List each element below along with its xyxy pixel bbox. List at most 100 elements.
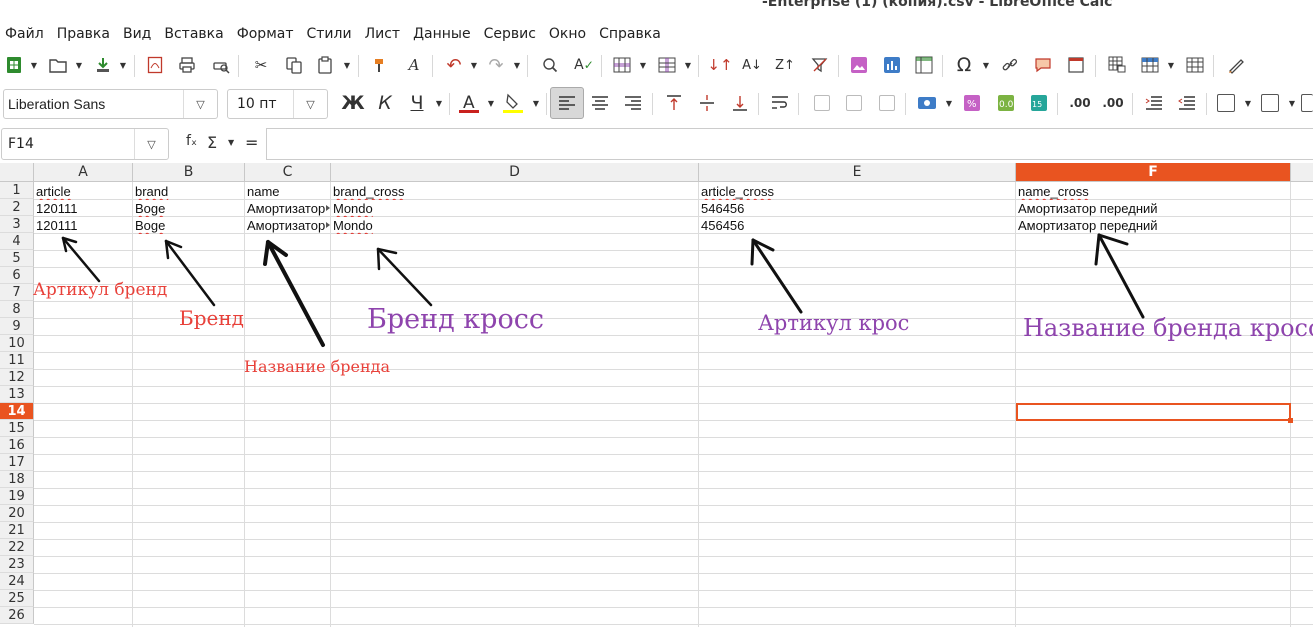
align-right-button[interactable] <box>619 90 647 116</box>
currency-dropdown-icon[interactable]: ▼ <box>944 93 954 113</box>
new-document-icon[interactable] <box>0 52 28 78</box>
freeze-rows-icon[interactable] <box>1136 52 1164 78</box>
undo-dropdown-icon[interactable]: ▼ <box>469 55 479 75</box>
menu-view[interactable]: Вид <box>118 22 159 46</box>
font-size-combo[interactable]: 10 пт ▽ <box>227 89 328 119</box>
underline-dropdown-icon[interactable]: ▼ <box>434 93 444 113</box>
align-left-button[interactable] <box>550 87 584 119</box>
comment-icon[interactable] <box>1029 52 1057 78</box>
toolbar-separator <box>1206 93 1207 115</box>
menu-sheet[interactable]: Лист <box>360 22 408 46</box>
border-style-dropdown-icon[interactable]: ▼ <box>1287 93 1297 113</box>
clone-formatting-icon[interactable] <box>366 52 394 78</box>
special-character-icon[interactable]: Ω <box>950 52 978 78</box>
paste-dropdown-icon[interactable]: ▼ <box>342 55 352 75</box>
paste-icon[interactable] <box>312 52 340 78</box>
save-icon[interactable] <box>89 52 117 78</box>
align-bottom-button[interactable] <box>726 90 754 116</box>
copy-icon[interactable] <box>280 52 308 78</box>
menu-insert[interactable]: Вставка <box>159 22 231 46</box>
chevron-down-icon[interactable]: ▽ <box>134 129 168 159</box>
menu-tools[interactable]: Сервис <box>479 22 544 46</box>
header-footer-icon[interactable] <box>1062 52 1090 78</box>
column-dropdown-icon[interactable]: ▼ <box>683 55 693 75</box>
underline-button[interactable]: Ч <box>403 90 431 116</box>
open-dropdown-icon[interactable]: ▼ <box>74 55 84 75</box>
menu-window[interactable]: Окно <box>544 22 594 46</box>
autofilter-icon[interactable] <box>806 52 834 78</box>
border-style-icon[interactable] <box>1256 90 1284 116</box>
sort-descending-icon[interactable]: Z↑ <box>771 52 799 78</box>
new-dropdown-icon[interactable]: ▼ <box>29 55 39 75</box>
spelling-icon[interactable]: A ✓ <box>570 52 598 78</box>
insert-chart-icon[interactable] <box>878 52 906 78</box>
chevron-down-icon[interactable]: ▽ <box>293 90 327 118</box>
add-decimal-icon[interactable]: .00 <box>1066 90 1094 116</box>
pivot-table-icon[interactable] <box>910 52 938 78</box>
open-folder-icon[interactable] <box>44 52 72 78</box>
cut-icon[interactable]: ✂ <box>247 52 275 78</box>
sum-dropdown-icon[interactable]: ▼ <box>228 138 234 147</box>
currency-format-icon[interactable] <box>913 90 941 116</box>
draw-functions-icon[interactable] <box>1222 52 1250 78</box>
insert-image-icon[interactable] <box>845 52 873 78</box>
row-icon[interactable] <box>608 52 636 78</box>
percent-format-icon[interactable]: % <box>958 90 986 116</box>
formula-input[interactable] <box>266 128 1313 160</box>
formula-icon[interactable]: = <box>245 133 258 152</box>
borders-dropdown-icon[interactable]: ▼ <box>1243 93 1253 113</box>
highlight-color-icon[interactable] <box>499 90 527 116</box>
redo-dropdown-icon[interactable]: ▼ <box>512 55 522 75</box>
menu-data[interactable]: Данные <box>408 22 479 46</box>
date-format-icon[interactable]: 15 <box>1025 90 1053 116</box>
row-dropdown-icon[interactable]: ▼ <box>638 55 648 75</box>
increase-indent-icon[interactable] <box>1140 90 1168 116</box>
bold-button[interactable]: Ж <box>339 90 367 116</box>
clear-formatting-icon[interactable]: A <box>400 52 428 78</box>
delete-decimal-icon[interactable]: .00 <box>1099 90 1127 116</box>
function-wizard-icon[interactable]: fₓ <box>186 133 197 149</box>
merge-center-icon[interactable] <box>840 90 868 116</box>
font-color-icon[interactable]: A <box>455 90 483 116</box>
menu-format[interactable]: Формат <box>232 22 302 46</box>
save-dropdown-icon[interactable]: ▼ <box>118 55 128 75</box>
export-pdf-icon[interactable] <box>141 52 169 78</box>
font-color-dropdown-icon[interactable]: ▼ <box>486 93 496 113</box>
wrap-text-button[interactable] <box>766 90 794 116</box>
chevron-down-icon[interactable]: ▽ <box>183 90 217 118</box>
freeze-dropdown-icon[interactable]: ▼ <box>1166 55 1176 75</box>
redo-icon[interactable]: ↷ <box>482 52 510 78</box>
find-replace-icon[interactable] <box>536 52 564 78</box>
menu-help[interactable]: Справка <box>594 22 669 46</box>
sum-icon[interactable]: Σ <box>207 133 217 152</box>
align-top-button[interactable] <box>660 90 688 116</box>
special-character-dropdown-icon[interactable]: ▼ <box>981 55 991 75</box>
border-color-icon[interactable] <box>1300 90 1313 116</box>
name-box[interactable]: F14 ▽ <box>1 128 169 160</box>
sort-icon[interactable]: ↓↑ <box>706 52 734 78</box>
column-icon[interactable] <box>653 52 681 78</box>
menu-file[interactable]: Файл <box>0 22 52 46</box>
toolbar-separator <box>905 93 906 115</box>
print-icon[interactable] <box>173 52 201 78</box>
print-preview-icon[interactable] <box>207 52 235 78</box>
hyperlink-icon[interactable] <box>996 52 1024 78</box>
number-format-icon[interactable]: 0.0 <box>992 90 1020 116</box>
decrease-indent-icon[interactable] <box>1173 90 1201 116</box>
italic-button[interactable]: К <box>371 90 399 116</box>
define-print-area-icon[interactable] <box>1103 52 1131 78</box>
sort-ascending-icon[interactable]: A↓ <box>738 52 766 78</box>
borders-icon[interactable] <box>1212 90 1240 116</box>
merge-cells-icon[interactable] <box>808 90 836 116</box>
highlight-dropdown-icon[interactable]: ▼ <box>531 93 541 113</box>
font-name-combo[interactable]: Liberation Sans ▽ <box>3 89 218 119</box>
menu-styles[interactable]: Стили <box>302 22 360 46</box>
split-window-icon[interactable] <box>1181 52 1209 78</box>
unmerge-cells-icon[interactable] <box>873 90 901 116</box>
center-vertically-button[interactable] <box>693 90 721 116</box>
align-center-button[interactable] <box>586 90 614 116</box>
svg-text:15: 15 <box>1032 100 1042 109</box>
menu-edit[interactable]: Правка <box>52 22 118 46</box>
spreadsheet-grid[interactable]: A B C D E F 1 2 3 4 5 6 7 8 9 10 11 12 1… <box>0 163 1313 627</box>
undo-icon[interactable]: ↶ <box>440 52 468 78</box>
